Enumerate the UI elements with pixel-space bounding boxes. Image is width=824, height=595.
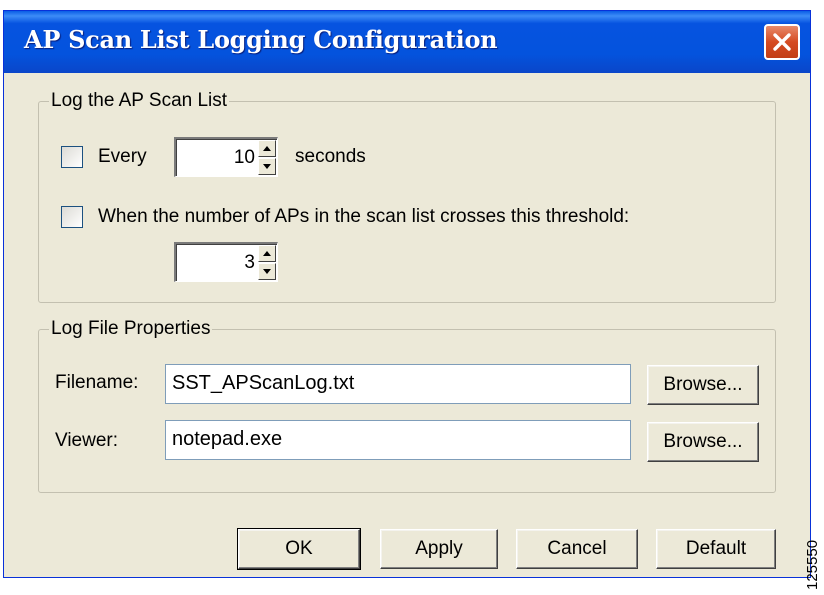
window-title: AP Scan List Logging Configuration — [24, 25, 498, 54]
every-seconds-spinner[interactable]: 10 — [174, 137, 278, 177]
threshold-label: When the number of APs in the scan list … — [98, 206, 630, 227]
spin-up-button[interactable] — [258, 140, 276, 157]
filename-label: Filename: — [55, 372, 139, 393]
threshold-spinner[interactable]: 3 — [174, 242, 278, 282]
spin-up-icon — [263, 251, 271, 256]
default-button[interactable]: Default — [656, 529, 776, 569]
every-seconds-value[interactable]: 10 — [234, 147, 255, 169]
filename-field[interactable]: SST_APScanLog.txt — [165, 364, 631, 404]
log-scan-list-legend: Log the AP Scan List — [49, 90, 230, 112]
spin-down-button[interactable] — [258, 158, 276, 175]
spin-down-icon — [263, 164, 271, 169]
threshold-value[interactable]: 3 — [244, 252, 255, 274]
spin-down-button[interactable] — [258, 263, 276, 280]
threshold-checkbox[interactable] — [61, 206, 83, 228]
log-file-properties-group: Log File Properties Filename: SST_APScan… — [38, 318, 776, 493]
spin-down-icon — [263, 269, 271, 274]
seconds-label: seconds — [295, 146, 366, 167]
every-checkbox[interactable] — [61, 146, 83, 168]
every-label: Every — [98, 146, 147, 167]
close-icon — [773, 33, 791, 51]
apply-button[interactable]: Apply — [380, 529, 498, 569]
cancel-button[interactable]: Cancel — [516, 529, 638, 569]
figure-id-watermark: 125550 — [804, 539, 821, 590]
viewer-field[interactable]: notepad.exe — [165, 420, 631, 460]
dialog-window: AP Scan List Logging Configuration Log t… — [3, 10, 811, 578]
spin-up-icon — [263, 146, 271, 151]
viewer-label: Viewer: — [55, 430, 119, 451]
log-scan-list-group: Log the AP Scan List Every 10 seconds Wh… — [38, 90, 776, 303]
log-file-properties-legend: Log File Properties — [49, 318, 213, 340]
spin-up-button[interactable] — [258, 245, 276, 262]
browse-viewer-button[interactable]: Browse... — [647, 422, 759, 462]
browse-filename-button[interactable]: Browse... — [647, 365, 759, 405]
close-button[interactable] — [764, 24, 800, 60]
title-bar[interactable]: AP Scan List Logging Configuration — [4, 11, 810, 73]
ok-button[interactable]: OK — [237, 528, 361, 570]
